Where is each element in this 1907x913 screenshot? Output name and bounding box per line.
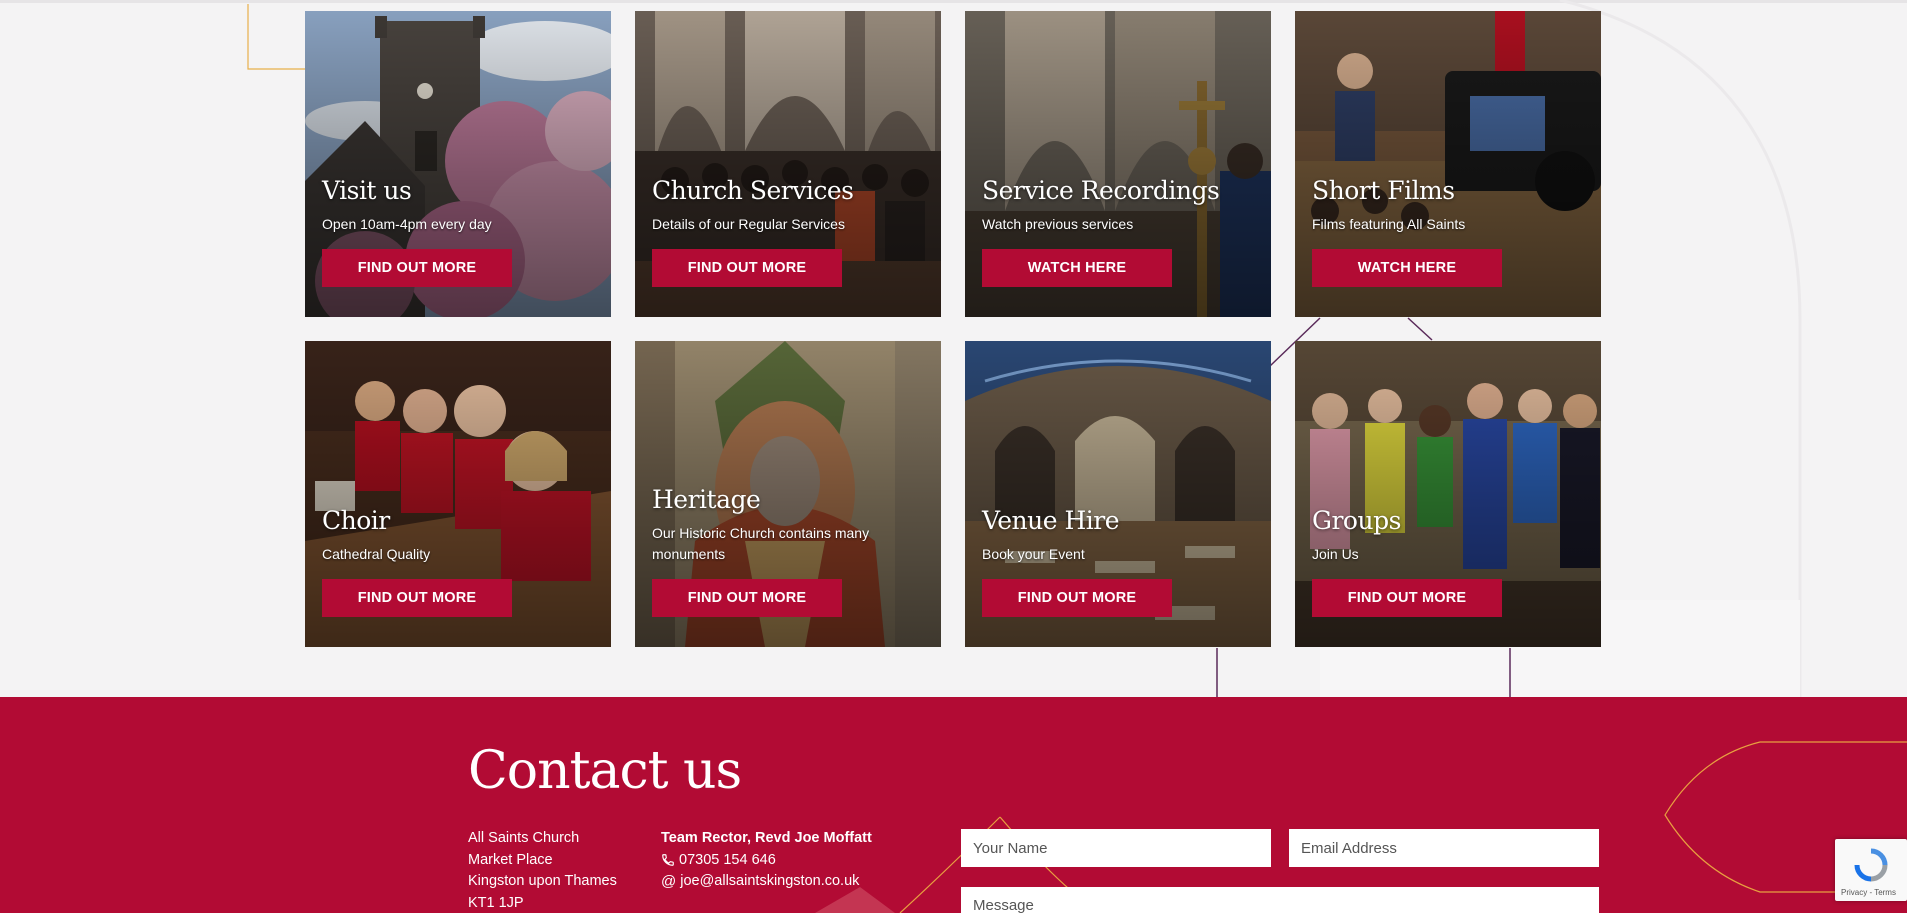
email-icon: @ [661, 873, 677, 890]
card-visit-us[interactable]: Visit us Open 10am-4pm every day FIND OU… [305, 11, 611, 317]
watch-here-button[interactable]: WATCH HERE [982, 249, 1172, 287]
card-subtitle: Films featuring All Saints [1312, 216, 1466, 232]
contact-heading: Contact us [468, 741, 742, 801]
find-out-more-button[interactable]: FIND OUT MORE [652, 249, 842, 287]
find-out-more-button[interactable]: FIND OUT MORE [982, 579, 1172, 617]
recaptcha-terms[interactable]: Privacy - Terms [1841, 888, 1896, 897]
rector-contact: Team Rector, Revd Joe Moffatt 07305 154 … [661, 828, 872, 893]
address-line: Market Place [468, 851, 553, 868]
card-groups[interactable]: Groups Join Us FIND OUT MORE [1295, 341, 1601, 647]
card-subtitle: Cathedral Quality [322, 546, 431, 562]
card-title: Groups [1312, 505, 1401, 535]
card-subtitle: Open 10am-4pm every day [322, 216, 492, 232]
church-address: All Saints Church Market Place Kingston … [468, 828, 617, 913]
rector-name: Team Rector, Revd Joe Moffatt [661, 830, 872, 846]
phone-link[interactable]: 07305 154 646 [679, 850, 776, 872]
card-title: Service Recordings [982, 175, 1220, 205]
email-link[interactable]: joe@allsaintskingston.co.uk [680, 871, 859, 893]
contact-section: Contact us All Saints Church Market Plac… [0, 697, 1907, 913]
card-subtitle: Join Us [1312, 546, 1359, 562]
find-out-more-button[interactable]: FIND OUT MORE [652, 579, 842, 617]
find-out-more-button[interactable]: FIND OUT MORE [322, 579, 512, 617]
card-title: Short Films [1312, 175, 1455, 205]
name-field[interactable] [961, 829, 1271, 867]
address-line: KT1 1JP [468, 894, 524, 911]
card-short-films[interactable]: Short Films Films featuring All Saints W… [1295, 11, 1601, 317]
card-subtitle: Our Historic Church contains many monume… [652, 525, 870, 562]
card-subtitle: Book your Event [982, 546, 1085, 562]
card-title: Heritage [652, 484, 761, 514]
card-subtitle: Details of our Regular Services [652, 216, 845, 232]
find-out-more-button[interactable]: FIND OUT MORE [1312, 579, 1502, 617]
recaptcha-badge[interactable]: Privacy - Terms [1835, 839, 1907, 901]
card-subtitle: Watch previous services [982, 216, 1134, 232]
card-choir[interactable]: Choir Cathedral Quality FIND OUT MORE [305, 341, 611, 647]
card-title: Choir [322, 505, 390, 535]
card-service-recordings[interactable]: Service Recordings Watch previous servic… [965, 11, 1271, 317]
recaptcha-icon [1854, 848, 1888, 882]
address-line: Kingston upon Thames [468, 873, 617, 889]
email-field[interactable] [1289, 829, 1599, 867]
feature-card-grid: Visit us Open 10am-4pm every day FIND OU… [305, 11, 1601, 647]
card-title: Visit us [322, 175, 412, 205]
card-venue-hire[interactable]: Venue Hire Book your Event FIND OUT MORE [965, 341, 1271, 647]
phone-icon [662, 854, 674, 867]
watch-here-button[interactable]: WATCH HERE [1312, 249, 1502, 287]
card-church-services[interactable]: Church Services Details of our Regular S… [635, 11, 941, 317]
address-line: All Saints Church [468, 830, 580, 846]
card-title: Venue Hire [982, 505, 1120, 535]
message-field[interactable] [961, 887, 1599, 913]
footer-decoration [815, 741, 1907, 913]
card-heritage[interactable]: Heritage Our Historic Church contains ma… [635, 341, 941, 647]
card-title: Church Services [652, 175, 854, 205]
find-out-more-button[interactable]: FIND OUT MORE [322, 249, 512, 287]
